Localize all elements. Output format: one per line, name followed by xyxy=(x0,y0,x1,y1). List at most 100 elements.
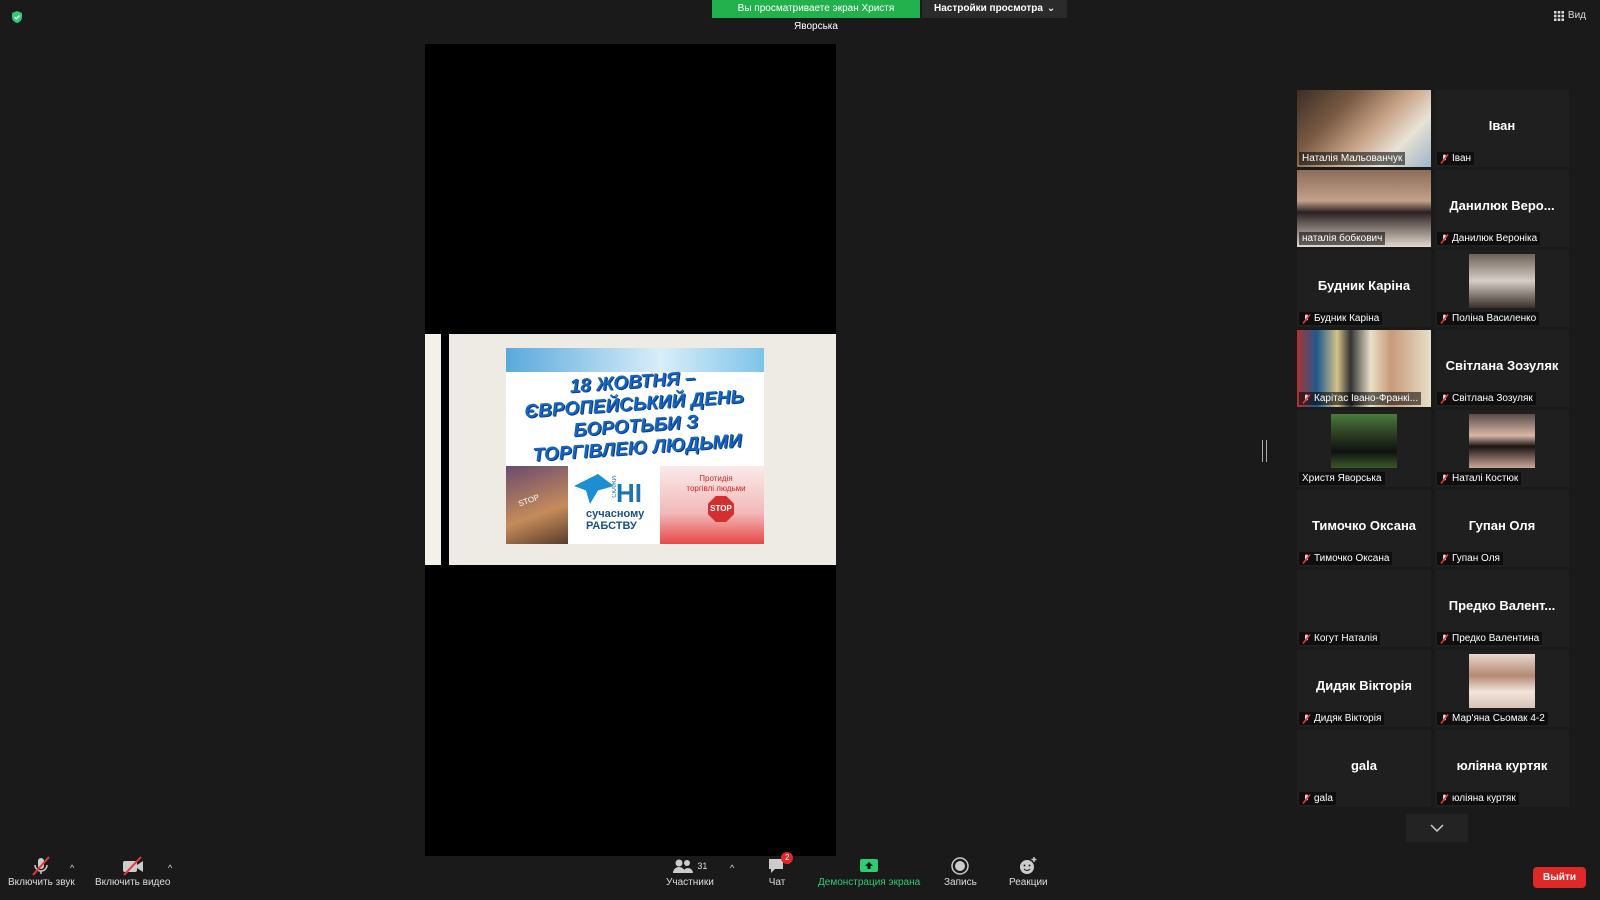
participant-display-name: Будник Каріна xyxy=(1317,278,1411,293)
participant-name-label: Іван xyxy=(1437,152,1475,165)
participant-tile[interactable]: наталія бобкович xyxy=(1297,170,1431,247)
participant-tile[interactable]: gala gala xyxy=(1297,730,1431,807)
security-shield-icon[interactable] xyxy=(10,10,24,24)
participant-tile[interactable]: Світлана Зозуляк Світлана Зозуляк xyxy=(1435,330,1569,407)
participant-name: gala xyxy=(1314,793,1333,804)
reactions-icon xyxy=(1020,857,1037,874)
participant-name-label: gala xyxy=(1299,792,1336,805)
chevron-down-icon: ⌄ xyxy=(1046,3,1056,14)
microphone-muted-icon xyxy=(1302,393,1311,404)
participant-name: Тимочко Оксана xyxy=(1314,553,1390,564)
participant-tile[interactable]: Гупан Оля Гупан Оля xyxy=(1435,490,1569,567)
participant-tile[interactable]: Мар'яна Сьомак 4-2 xyxy=(1435,650,1569,727)
participants-button[interactable]: 31 Участники xyxy=(666,855,714,888)
gallery-scroll-down-button[interactable] xyxy=(1406,814,1468,842)
unmute-label: Включить звук xyxy=(8,877,75,888)
participant-video xyxy=(1469,254,1535,308)
participant-name-label: Тимочко Оксана xyxy=(1299,552,1393,565)
participant-tile[interactable]: Христя Яворська xyxy=(1297,410,1431,487)
participant-tile[interactable]: Наталі Костюк xyxy=(1435,410,1569,487)
participant-display-name: Гупан Оля xyxy=(1468,518,1536,533)
microphone-muted-icon xyxy=(1302,793,1311,804)
poster-say-no-panel: СКАЖИ НІ сучасному РАБСТВУ xyxy=(568,466,660,544)
record-icon xyxy=(951,857,970,875)
share-screen-button[interactable]: Демонстрация экрана xyxy=(818,855,920,888)
grid-icon xyxy=(1553,10,1564,21)
participants-icon xyxy=(673,859,694,873)
microphone-muted-icon xyxy=(1440,633,1449,644)
participant-tile[interactable]: Данилюк Веро... Данилюк Вероніка xyxy=(1435,170,1569,247)
participant-name-label: наталія бобкович xyxy=(1299,232,1386,245)
participant-tile[interactable]: Карітас Івано-Франкі... xyxy=(1297,330,1431,407)
participant-video xyxy=(1469,414,1535,468)
participant-name-label: Дидяк Вікторія xyxy=(1299,712,1385,725)
participant-tile[interactable]: Тимочко Оксана Тимочко Оксана xyxy=(1297,490,1431,567)
poster-image: 18 ЖОВТНЯ – ЄВРОПЕЙСЬКИЙ ДЕНЬ БОРОТЬБИ З… xyxy=(506,348,764,544)
participant-name: Предко Валентина xyxy=(1452,633,1540,644)
view-settings-button[interactable]: Настройки просмотра ⌄ xyxy=(922,0,1068,18)
participant-tile[interactable]: Поліна Василенко xyxy=(1435,250,1569,327)
participant-display-name: Іван xyxy=(1488,118,1516,133)
microphone-muted-icon xyxy=(1440,473,1449,484)
participant-display-name: Предко Валент... xyxy=(1448,598,1556,613)
view-button[interactable]: Вид xyxy=(1553,10,1586,21)
bird-icon xyxy=(574,474,614,504)
poster-ni: НІ xyxy=(616,478,642,508)
shared-screen[interactable]: 18 ЖОВТНЯ – ЄВРОПЕЙСЬКИЙ ДЕНЬ БОРОТЬБИ З… xyxy=(425,44,836,856)
participant-name-label: Будник Каріна xyxy=(1299,312,1383,325)
video-off-icon xyxy=(122,856,143,876)
participant-tile[interactable]: Будник Каріна Будник Каріна xyxy=(1297,250,1431,327)
view-button-label: Вид xyxy=(1567,10,1586,21)
chat-button[interactable]: 2 Чат xyxy=(767,852,794,888)
participant-name: Світлана Зозуляк xyxy=(1452,393,1533,404)
participant-name-label: Когут Наталія xyxy=(1299,632,1381,645)
participant-tile[interactable]: Іван Іван xyxy=(1435,90,1569,167)
participant-name-label: Данилюк Вероніка xyxy=(1437,232,1541,245)
microphone-muted-icon xyxy=(1440,313,1449,324)
participant-tile[interactable]: Наталія Мальованчук xyxy=(1297,90,1431,167)
stop-sign-icon: STOP xyxy=(708,496,734,522)
start-video-button[interactable]: Включить видео xyxy=(95,855,171,888)
presentation-slide: 18 ЖОВТНЯ – ЄВРОПЕЙСЬКИЙ ДЕНЬ БОРОТЬБИ З… xyxy=(425,334,836,565)
participant-name: Наталі Костюк xyxy=(1452,473,1519,484)
poster-hand-stop: STOP xyxy=(517,492,541,509)
participant-name-label: Наталія Мальованчук xyxy=(1299,152,1406,165)
record-button[interactable]: Запись xyxy=(944,855,977,888)
slide-edge xyxy=(425,334,449,565)
viewing-screen-notice: Вы просматриваете экран Христя Яворська xyxy=(712,0,920,32)
reactions-button[interactable]: Реакции xyxy=(1009,855,1048,888)
participant-name-label: Наталі Костюк xyxy=(1437,472,1522,485)
video-options-caret[interactable]: ^ xyxy=(168,863,172,873)
participant-name: наталія бобкович xyxy=(1302,233,1383,244)
participant-name: Поліна Василенко xyxy=(1452,313,1537,324)
microphone-muted-icon xyxy=(1302,313,1311,324)
poster-counteraction-text: Протидія торгівлі людьми xyxy=(686,474,746,493)
participant-name-label: Мар'яна Сьомак 4-2 xyxy=(1437,712,1548,725)
microphone-muted-icon xyxy=(1440,793,1449,804)
participant-tile[interactable]: Дидяк Вікторія Дидяк Вікторія xyxy=(1297,650,1431,727)
microphone-muted-icon xyxy=(32,856,51,876)
poster-hand-panel: STOP xyxy=(506,466,568,544)
microphone-muted-icon xyxy=(1302,633,1311,644)
participant-tile[interactable]: Когут Наталія xyxy=(1297,570,1431,647)
participant-name: Гупан Оля xyxy=(1452,553,1500,564)
participant-name: Данилюк Вероніка xyxy=(1452,233,1538,244)
participants-options-caret[interactable]: ^ xyxy=(730,863,734,873)
meeting-toolbar: Включить звук ^ Включить видео ^ 31 Учас… xyxy=(0,852,1600,900)
participant-tile[interactable]: Предко Валент... Предко Валентина xyxy=(1435,570,1569,647)
leave-meeting-button[interactable]: Выйти xyxy=(1533,867,1586,888)
unmute-button[interactable]: Включить звук xyxy=(8,855,75,888)
chat-unread-badge: 2 xyxy=(781,852,794,864)
participant-display-name: Дидяк Вікторія xyxy=(1316,678,1412,693)
poster-slavery: сучасному РАБСТВУ xyxy=(586,508,645,532)
audio-options-caret[interactable]: ^ xyxy=(70,863,74,873)
participant-name-label: Світлана Зозуляк xyxy=(1437,392,1536,405)
participant-display-name: Світлана Зозуляк xyxy=(1445,358,1559,373)
participant-name-label: Поліна Василенко xyxy=(1437,312,1540,325)
view-settings-label: Настройки просмотра xyxy=(934,3,1043,14)
participant-name: Іван xyxy=(1452,153,1472,164)
panel-resize-handle[interactable] xyxy=(1262,440,1267,462)
participant-video xyxy=(1469,654,1535,708)
participant-tile[interactable]: юліяна куртяк юліяна куртяк xyxy=(1435,730,1569,807)
participant-name: юліяна куртяк xyxy=(1452,793,1516,804)
